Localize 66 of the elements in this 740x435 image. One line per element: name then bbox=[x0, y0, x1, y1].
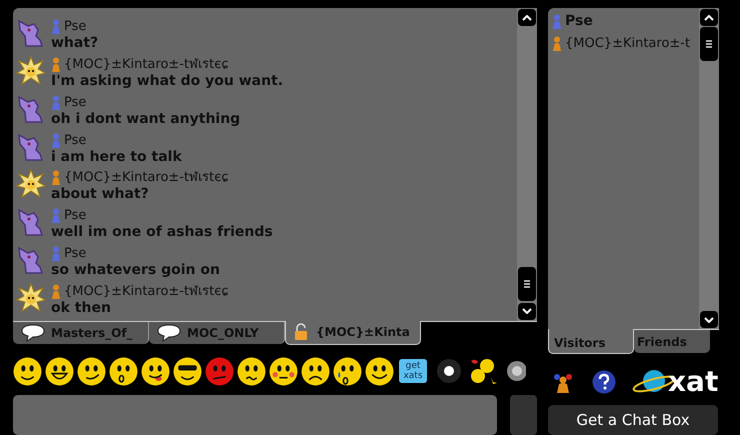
smiley-icon[interactable] bbox=[13, 356, 42, 386]
speech-bubble-icon bbox=[21, 324, 45, 342]
message-text: what? bbox=[51, 35, 98, 52]
list-tab[interactable]: Visitors bbox=[548, 329, 634, 354]
message-text: well im one of ashas friends bbox=[51, 224, 273, 242]
scroll-up-button[interactable] bbox=[700, 9, 718, 26]
spiky-avatar-icon bbox=[16, 169, 46, 200]
message-input-field[interactable] bbox=[13, 395, 497, 435]
list-tab[interactable]: Friends bbox=[634, 330, 710, 354]
speech-bubble-icon bbox=[157, 324, 181, 342]
chat-tab[interactable]: Masters_Of_ bbox=[13, 322, 149, 344]
message-text: about what? bbox=[51, 186, 150, 204]
cat-avatar-icon bbox=[16, 245, 46, 276]
lock-icon bbox=[294, 323, 308, 342]
message-text: I'm asking what do you want. bbox=[51, 72, 284, 90]
get-chat-box-button[interactable]: Get a Chat Box bbox=[548, 405, 718, 435]
visitor-name: {MOC}±Kintaro±-t bbox=[565, 35, 690, 53]
username: {MOC}±Kintaro±-tฬเรtєɕ bbox=[64, 56, 228, 73]
smiley-icon[interactable] bbox=[237, 356, 266, 386]
chevron-up-icon bbox=[522, 14, 532, 20]
username: {MOC}±Kintaro±-tฬเรtєɕ bbox=[64, 283, 228, 300]
chevron-up-icon bbox=[704, 14, 714, 20]
get-xats-button[interactable]: get xats bbox=[399, 359, 427, 384]
cat-avatar-icon bbox=[16, 18, 46, 48]
cat-avatar-icon bbox=[16, 207, 46, 238]
scroll-down-button[interactable] bbox=[518, 302, 536, 320]
scroll-up-button[interactable] bbox=[518, 9, 536, 26]
scroll-thumb[interactable] bbox=[518, 266, 536, 301]
smiley-icon[interactable] bbox=[301, 356, 330, 386]
message-text: oh i dont want anything bbox=[51, 110, 240, 128]
chat-tab[interactable]: {MOC}±Kinta bbox=[285, 320, 421, 345]
smiley-icon[interactable] bbox=[77, 356, 106, 386]
message-text: ok then bbox=[51, 300, 112, 318]
cat-avatar-icon bbox=[16, 132, 46, 162]
visitor-item[interactable]: Pse bbox=[552, 11, 699, 32]
spiky-avatar-icon bbox=[16, 283, 46, 314]
smiley-icon[interactable] bbox=[365, 356, 394, 386]
smiley-icon[interactable] bbox=[173, 356, 202, 386]
smiley-icon[interactable] bbox=[45, 356, 74, 386]
username: Pse bbox=[64, 132, 86, 149]
chat-tab[interactable]: MOC_ONLY bbox=[149, 322, 285, 344]
grip-icon bbox=[524, 280, 530, 288]
username: Pse bbox=[64, 94, 86, 111]
username: Pse bbox=[64, 207, 86, 224]
scroll-thumb[interactable] bbox=[700, 27, 718, 61]
message-text: i am here to talk bbox=[51, 148, 182, 166]
visitor-item[interactable]: {MOC}±Kintaro±-t bbox=[552, 34, 699, 54]
cat-avatar-icon bbox=[16, 94, 46, 124]
username: Pse bbox=[64, 18, 86, 35]
help-icon[interactable] bbox=[592, 370, 616, 394]
username: Pse bbox=[64, 245, 86, 262]
grip-icon bbox=[706, 40, 712, 48]
xat-logo[interactable]: xat bbox=[632, 368, 718, 396]
scroll-down-button[interactable] bbox=[700, 311, 718, 328]
smiley-icon[interactable] bbox=[109, 356, 138, 386]
username: {MOC}±Kintaro±-tฬเรtєɕ bbox=[64, 169, 228, 186]
smiley-icon[interactable] bbox=[269, 356, 298, 386]
smiley-icon[interactable] bbox=[333, 356, 362, 386]
chevron-down-icon bbox=[522, 308, 532, 314]
spiky-avatar-icon bbox=[16, 56, 46, 86]
message-text: so whatevers goin on bbox=[51, 262, 220, 280]
smiley-icon[interactable] bbox=[141, 356, 170, 386]
people-icon[interactable] bbox=[552, 371, 574, 394]
chevron-down-icon bbox=[704, 316, 714, 323]
logo-text: xat bbox=[668, 368, 718, 396]
visitor-name: Pse bbox=[565, 12, 593, 31]
